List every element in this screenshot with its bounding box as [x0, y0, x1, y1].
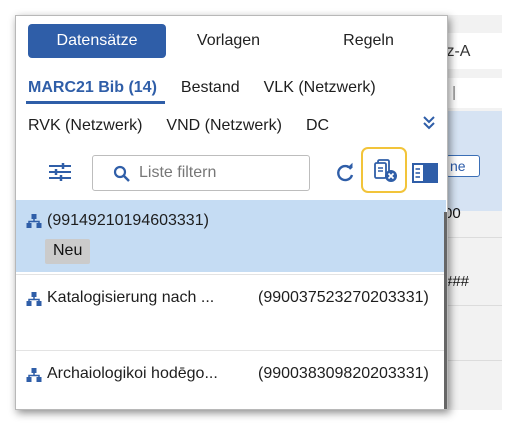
background-divider: [440, 305, 502, 306]
record-title: (99149210194603331): [47, 212, 209, 229]
tab-vorlagen[interactable]: Vorlagen: [166, 24, 291, 58]
background-button: ne: [446, 155, 480, 177]
main-tabs: Datensätze Vorlagen Regeln: [28, 24, 446, 58]
tab-vnd-netzwerk[interactable]: VND (Netzwerk): [166, 117, 282, 135]
screen: tz-A | | ne 00 ### Datensätze Vorlagen R…: [0, 0, 508, 427]
background-divider: [440, 237, 502, 238]
tab-regeln[interactable]: Regeln: [291, 24, 446, 58]
background-divider: [440, 360, 502, 361]
background-tab: tz-A: [440, 33, 502, 69]
record-title: Archaiologikoi hodēgo...: [47, 365, 218, 382]
tab-dc[interactable]: DC: [306, 117, 329, 135]
filter-input[interactable]: [139, 161, 299, 185]
list-item[interactable]: Archaiologikoi hodēgo... (99003830982020…: [16, 350, 446, 409]
filter-settings-icon[interactable]: [48, 162, 72, 182]
hierarchy-icon: [26, 367, 42, 383]
list-toolbar: [16, 146, 447, 202]
tab-rvk-netzwerk[interactable]: RVK (Netzwerk): [28, 117, 142, 135]
list-scrollbar[interactable]: [444, 212, 447, 409]
background-toolbar: | |: [440, 78, 502, 108]
record-title: Katalogisierung nach ...: [47, 289, 215, 306]
list-item[interactable]: (99149210194603331) Neu: [16, 200, 446, 272]
records-panel: Datensätze Vorlagen Regeln MARC21 Bib (1…: [15, 15, 448, 410]
tab-datensaetze[interactable]: Datensätze: [28, 24, 166, 58]
record-id: (990037523270203331): [258, 289, 429, 306]
hierarchy-icon: [26, 213, 42, 229]
list-item[interactable]: Katalogisierung nach ... (99003752327020…: [16, 274, 446, 346]
refresh-icon[interactable]: [334, 162, 356, 184]
tab-marc21-bib[interactable]: MARC21 Bib (14): [26, 79, 165, 104]
hierarchy-icon: [26, 291, 42, 307]
chevron-double-down-icon[interactable]: [420, 114, 442, 136]
list-filter-field[interactable]: [92, 155, 310, 191]
record-id: (990038309820203331): [258, 365, 429, 382]
tab-vlk-netzwerk[interactable]: VLK (Netzwerk): [264, 79, 376, 97]
background-editor-pane: tz-A | | ne 00 ###: [440, 15, 502, 410]
search-icon: [113, 165, 131, 183]
split-view-icon[interactable]: [412, 162, 438, 184]
remove-from-list-button[interactable]: [361, 147, 407, 193]
tab-bestand[interactable]: Bestand: [181, 79, 240, 97]
status-badge: Neu: [45, 239, 91, 264]
batch-remove-icon: [373, 158, 399, 184]
